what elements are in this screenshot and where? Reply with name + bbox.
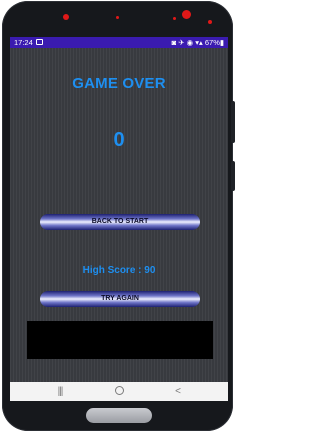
back-to-start-button[interactable]: BACK TO START [40,214,200,230]
screen: 17:24 ◙ ✈ ◉ ▾▴ 67%▮ GAME OVER 0 BACK TO … [10,37,228,401]
try-again-button[interactable]: TRY AGAIN [40,291,200,307]
side-button [231,101,235,143]
status-bar: 17:24 ◙ ✈ ◉ ▾▴ 67%▮ [10,37,228,48]
sensor-dot [116,16,119,19]
image-notification-icon [36,39,43,45]
status-time: 17:24 [14,38,33,47]
home-circle-icon [114,385,124,395]
camera-dot [63,14,69,20]
phone-frame: 17:24 ◙ ✈ ◉ ▾▴ 67%▮ GAME OVER 0 BACK TO … [2,1,235,431]
navigation-bar: ||| < [10,382,228,401]
recent-apps-icon[interactable]: ||| [45,382,75,401]
sensor-dot [173,17,176,20]
game-over-title: GAME OVER [72,75,166,92]
side-button [231,161,235,191]
score-value: 0 [113,129,125,151]
ad-banner [27,321,213,359]
back-icon[interactable]: < [163,382,193,401]
sensor-dot [208,20,212,24]
camera-dot [182,10,191,19]
phone-home-button[interactable] [86,408,152,423]
high-score-text: High Score : 90 [82,265,156,276]
status-indicators: ◙ ✈ ◉ ▾▴ 67%▮ [171,38,224,47]
home-icon[interactable] [104,382,134,401]
